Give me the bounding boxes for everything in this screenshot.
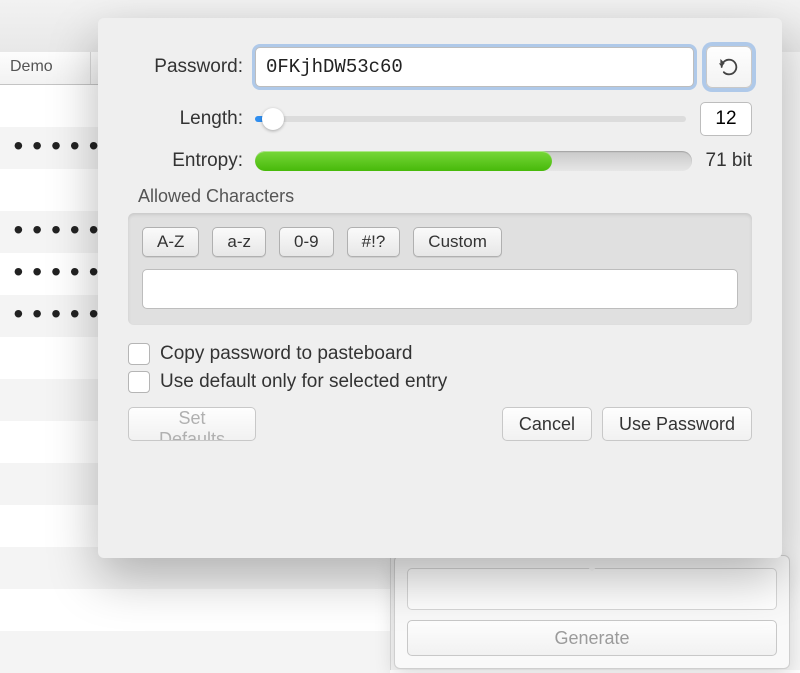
length-input[interactable] xyxy=(700,102,752,136)
table-row xyxy=(0,589,390,631)
slider-knob[interactable] xyxy=(262,108,284,130)
use-default-selected-checkbox[interactable] xyxy=(128,371,150,393)
entropy-value: 71 bit xyxy=(706,150,752,172)
set-defaults-button[interactable]: Set Defaults xyxy=(128,407,256,441)
popover-field xyxy=(407,568,777,610)
password-generator-dialog: Password: Length: Entropy: 71 bit Allowe… xyxy=(98,18,782,558)
generate-popover: Generate xyxy=(394,555,790,669)
password-input[interactable] xyxy=(255,47,694,87)
cancel-button[interactable]: Cancel xyxy=(502,407,592,441)
allowed-characters-box: A-Z a-z 0-9 #!? Custom xyxy=(128,213,752,325)
entropy-meter xyxy=(255,151,692,171)
charset-digits-button[interactable]: 0-9 xyxy=(279,227,334,257)
copy-to-pasteboard-label: Copy password to pasteboard xyxy=(160,343,412,365)
generate-button[interactable]: Generate xyxy=(407,620,777,656)
col-title: Demo xyxy=(0,52,91,84)
length-slider[interactable] xyxy=(255,116,686,122)
entropy-label: Entropy: xyxy=(128,150,255,172)
entropy-fill xyxy=(255,151,552,171)
custom-characters-input[interactable] xyxy=(142,269,738,309)
table-row xyxy=(0,631,390,673)
charset-lower-button[interactable]: a-z xyxy=(212,227,266,257)
allowed-characters-label: Allowed Characters xyxy=(138,186,752,207)
password-label: Password: xyxy=(128,56,255,78)
charset-upper-button[interactable]: A-Z xyxy=(142,227,199,257)
regenerate-button[interactable] xyxy=(706,46,752,88)
charset-symbols-button[interactable]: #!? xyxy=(347,227,401,257)
length-label: Length: xyxy=(128,108,255,130)
refresh-icon xyxy=(718,56,740,78)
charset-custom-button[interactable]: Custom xyxy=(413,227,502,257)
use-default-selected-label: Use default only for selected entry xyxy=(160,371,447,393)
use-password-button[interactable]: Use Password xyxy=(602,407,752,441)
copy-to-pasteboard-checkbox[interactable] xyxy=(128,343,150,365)
